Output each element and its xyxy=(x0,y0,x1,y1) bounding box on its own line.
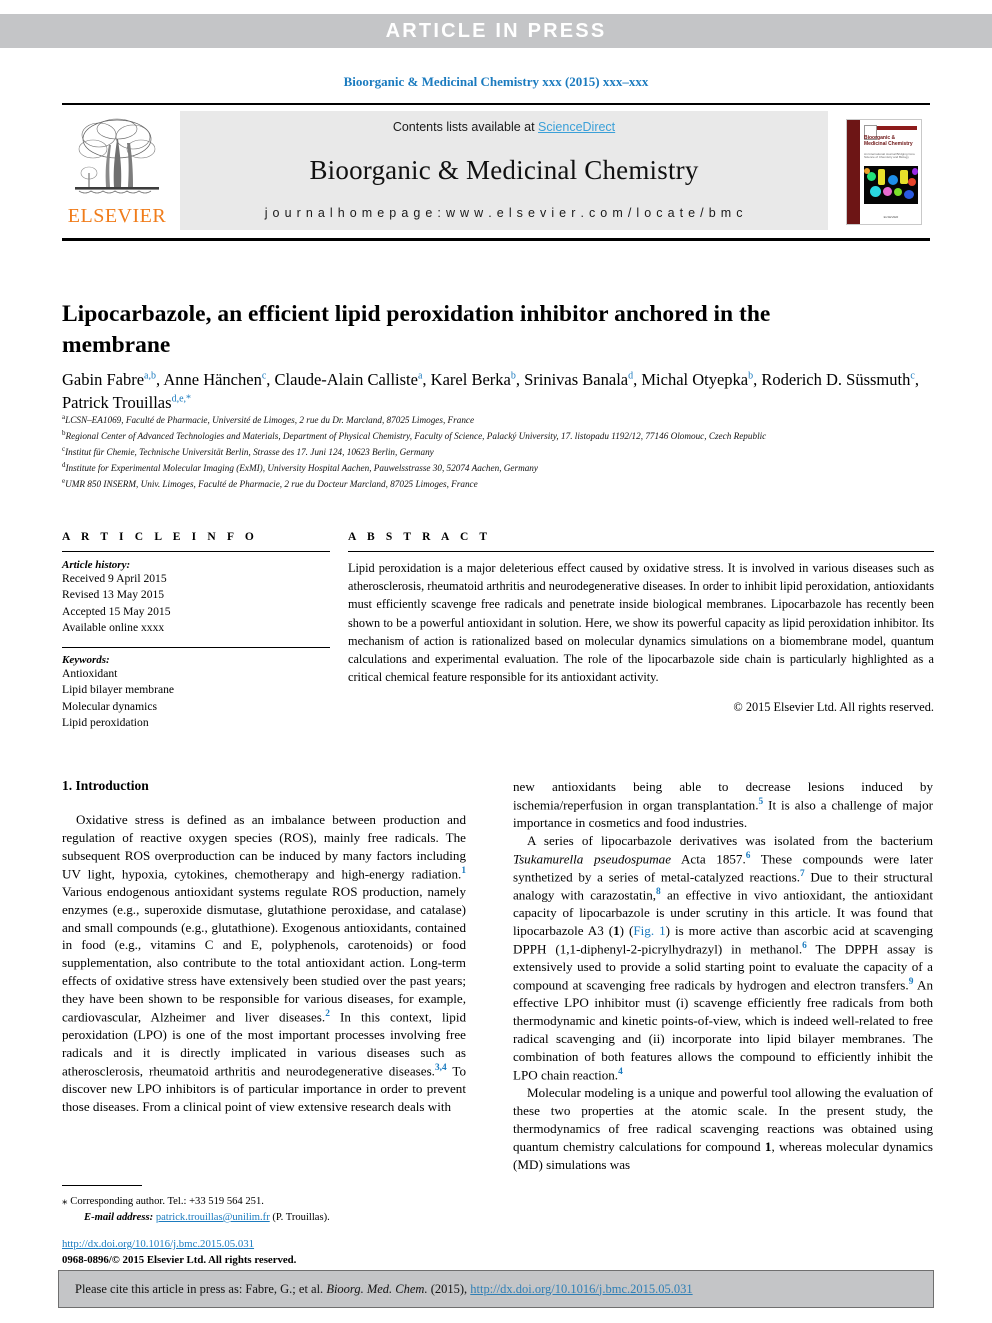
journal-header: ELSEVIER Contents lists available at Sci… xyxy=(62,103,930,241)
section-heading-introduction: 1. Introduction xyxy=(62,778,149,793)
cover-artwork xyxy=(864,165,918,204)
history-item: Accepted 15 May 2015 xyxy=(62,604,171,618)
article-history-lines: Received 9 April 2015 Revised 13 May 201… xyxy=(62,571,330,637)
keywords-rule xyxy=(62,646,330,648)
keywords-label: Keywords: xyxy=(62,653,110,666)
corresponding-author-footnote: ⁎ Corresponding author. Tel.: +33 519 56… xyxy=(62,1185,466,1226)
affiliation-item: bRegional Center of Advanced Technologie… xyxy=(62,429,767,442)
affiliation-list: aLCSN–EA1069, Faculté de Pharmacie, Univ… xyxy=(62,412,934,492)
history-item: Revised 13 May 2015 xyxy=(62,588,165,602)
journal-cover-thumbnail: Bioorganic & Medicinal Chemistry An Inte… xyxy=(828,105,930,238)
keyword-item: Antioxidant xyxy=(62,666,118,680)
article-in-press-band: ARTICLE IN PRESS xyxy=(0,14,992,48)
affiliation-item: eUMR 850 INSERM, Univ. Limoges, Faculté … xyxy=(62,477,478,490)
page-title: Lipocarbazole, an efficient lipid peroxi… xyxy=(62,300,771,358)
doi-link[interactable]: http://dx.doi.org/10.1016/j.bmc.2015.05.… xyxy=(62,1238,254,1250)
footnote-corresponding-line: ⁎ Corresponding author. Tel.: +33 519 56… xyxy=(62,1193,466,1210)
elsevier-logo: ELSEVIER xyxy=(62,105,172,238)
abstract-section: A B S T R A C T Lipid peroxidation is a … xyxy=(348,531,934,715)
citation-doi-link[interactable]: http://dx.doi.org/10.1016/j.bmc.2015.05.… xyxy=(470,1282,692,1296)
doi-block: http://dx.doi.org/10.1016/j.bmc.2015.05.… xyxy=(62,1237,482,1268)
journal-homepage: j o u r n a l h o m e p a g e : w w w . … xyxy=(264,206,744,220)
citation-notice-text: Please cite this article in press as: Fa… xyxy=(59,1282,693,1297)
journal-title: Bioorganic & Medicinal Chemistry xyxy=(309,154,699,185)
article-info-heading: A R T I C L E I N F O xyxy=(62,531,258,543)
body-column-right: new antioxidants being able to decrease … xyxy=(513,778,933,1173)
cover-top-bar xyxy=(877,125,917,130)
author-email-link[interactable]: patrick.trouillas@unilim.fr xyxy=(156,1212,270,1223)
keyword-item: Lipid peroxidation xyxy=(62,716,149,730)
author-list: Gabin Fabrea,b, Anne Hänchenc, Claude-Al… xyxy=(62,370,919,413)
article-info-section: A R T I C L E I N F O Article history: R… xyxy=(62,531,330,732)
copyright-line: © 2015 Elsevier Ltd. All rights reserved… xyxy=(733,700,934,715)
history-item: Received 9 April 2015 xyxy=(62,572,167,585)
email-suffix: (P. Trouillas). xyxy=(272,1211,330,1223)
keyword-list: Antioxidant Lipid bilayer membrane Molec… xyxy=(62,666,330,732)
keyword-item: Molecular dynamics xyxy=(62,699,157,713)
cover-title: Bioorganic & Medicinal Chemistry xyxy=(864,134,913,147)
email-address-label: E-mail address: xyxy=(84,1211,154,1223)
issn-copyright-line: 0968-0896/© 2015 Elsevier Ltd. All right… xyxy=(62,1253,297,1266)
asterisk-icon: ⁎ xyxy=(62,1195,71,1207)
article-in-press-label: ARTICLE IN PRESS xyxy=(385,19,607,42)
citation-prefix: Please cite this article in press as: Fa… xyxy=(75,1281,327,1296)
affiliation-item: dInstitute for Experimental Molecular Im… xyxy=(62,461,538,474)
body-column-left: 1. Introduction Oxidative stress is defi… xyxy=(62,778,466,1116)
running-head: Bioorganic & Medicinal Chemistry xxx (20… xyxy=(343,74,649,89)
history-item: Available online xxxx xyxy=(62,621,165,635)
corresponding-author-text: Corresponding author. Tel.: +33 519 564 … xyxy=(70,1196,264,1207)
article-history-label: Article history: xyxy=(62,559,131,571)
affiliation-item: aLCSN–EA1069, Faculté de Pharmacie, Univ… xyxy=(62,413,475,426)
footnote-rule xyxy=(62,1185,142,1186)
abstract-rule xyxy=(348,551,934,552)
cover-footer: ELSEVIER xyxy=(883,214,899,219)
contents-prefix: Contents lists available at xyxy=(392,120,539,134)
sciencedirect-link[interactable]: ScienceDirect xyxy=(538,120,615,134)
contents-available-line: Contents lists available at ScienceDirec… xyxy=(393,120,615,134)
elsevier-tree-icon xyxy=(75,118,159,194)
intro-paragraph-right-2: A series of lipocarbazole derivatives wa… xyxy=(513,832,933,1083)
keyword-item: Lipid bilayer membrane xyxy=(62,683,175,697)
intro-paragraph-right-1: new antioxidants being able to decrease … xyxy=(513,779,933,831)
intro-paragraph-right-3: Molecular modeling is a unique and power… xyxy=(513,1085,933,1172)
abstract-heading: A B S T R A C T xyxy=(348,531,492,543)
article-info-rule xyxy=(62,551,330,552)
footnote-email-line: E-mail address: patrick.trouillas@unilim… xyxy=(62,1210,466,1226)
affiliation-item: cInstitut für Chemie, Technische Univers… xyxy=(62,445,434,458)
cover-spine xyxy=(847,119,860,224)
journal-title-block: Contents lists available at ScienceDirec… xyxy=(180,111,828,230)
cover-image: Bioorganic & Medicinal Chemistry An Inte… xyxy=(846,118,922,225)
abstract-body: Lipid peroxidation is a major deleteriou… xyxy=(348,561,934,685)
intro-paragraph-left: Oxidative stress is defined as an imbala… xyxy=(62,812,466,1114)
citation-journal-abbrev: Bioorg. Med. Chem. xyxy=(326,1281,428,1296)
cover-subtitle: An International Journal Bridging Core S… xyxy=(864,151,915,160)
elsevier-wordmark: ELSEVIER xyxy=(67,205,167,227)
citation-middle: (2015), xyxy=(427,1281,471,1296)
citation-notice-box: Please cite this article in press as: Fa… xyxy=(58,1270,934,1308)
